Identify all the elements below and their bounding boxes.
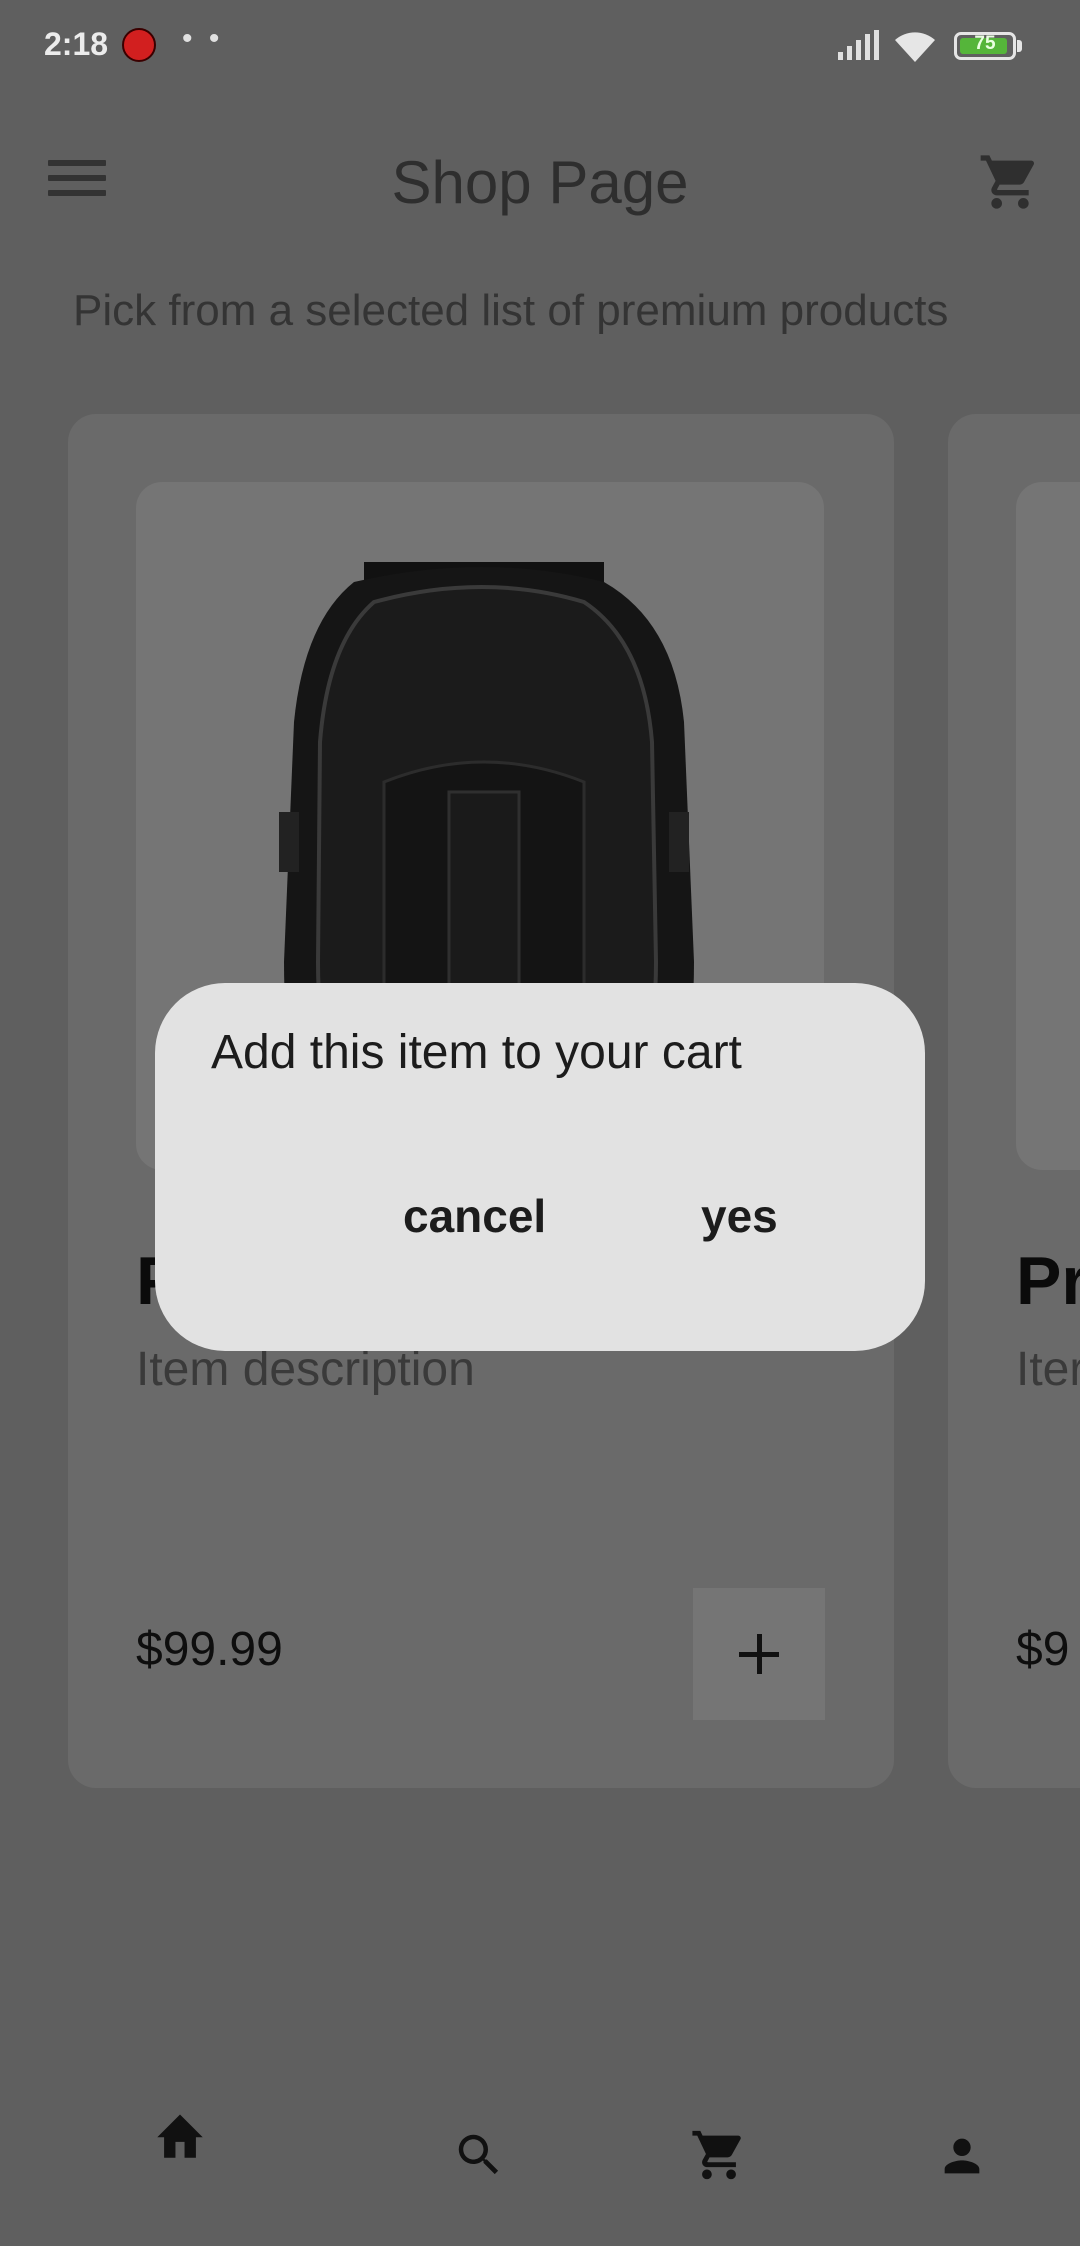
cancel-button[interactable]: cancel — [403, 1189, 546, 1243]
dialog-message: Add this item to your cart — [211, 1026, 742, 1079]
product-image — [1016, 482, 1080, 1170]
product-price: $9 — [1016, 1623, 1070, 1676]
status-dots: • • — [182, 22, 224, 55]
product-name: Pr — [1016, 1243, 1080, 1319]
battery-level: 75 — [974, 33, 996, 54]
page-title: Shop Page — [391, 149, 689, 216]
search-icon[interactable] — [452, 2128, 506, 2182]
notification-app-icon — [122, 28, 156, 62]
status-time: 2:18 — [44, 26, 109, 62]
cart-icon[interactable] — [978, 150, 1042, 214]
status-bar: 2:18 • • 75 — [0, 0, 1080, 96]
app-root: 2:18 • • 75 Shop Page Pick from a select… — [0, 0, 1080, 2246]
product-price: $99.99 — [136, 1623, 283, 1676]
add-to-cart-dialog: Add this item to your cart cancel yes — [155, 983, 925, 1351]
yes-button[interactable]: yes — [701, 1189, 778, 1243]
person-icon[interactable] — [936, 2130, 988, 2182]
page-subtitle: Pick from a selected list of premium pro… — [73, 286, 949, 335]
product-description: Iter — [1016, 1343, 1080, 1396]
wifi-icon — [895, 32, 935, 62]
cart-icon[interactable] — [690, 2126, 748, 2184]
product-card[interactable]: Pr Iter $9 — [948, 414, 1080, 1788]
home-icon[interactable] — [152, 2110, 208, 2160]
add-to-cart-button[interactable] — [693, 1588, 825, 1720]
signal-icon — [838, 30, 879, 60]
bottom-navigation — [0, 2080, 1080, 2246]
